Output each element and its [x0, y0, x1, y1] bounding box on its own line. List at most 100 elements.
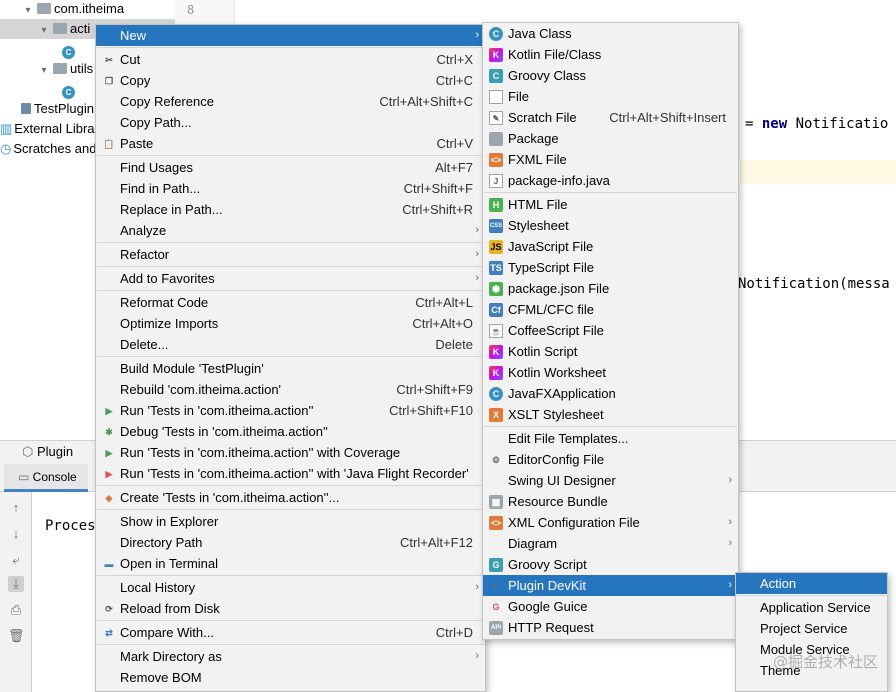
- new-item-edit-file-templates[interactable]: Edit File Templates...: [483, 428, 738, 449]
- menu-item-cut[interactable]: ✂ Cut Ctrl+X: [96, 49, 485, 70]
- cfml-file-icon: Cf: [489, 303, 503, 317]
- menu-item-shortcut: Ctrl+Alt+Shift+C: [379, 94, 473, 109]
- menu-item-replace-in-path[interactable]: Replace in Path... Ctrl+Shift+R: [96, 199, 485, 220]
- menu-item-label: Directory Path: [120, 535, 203, 550]
- new-item-xslt-stylesheet[interactable]: X XSLT Stylesheet: [483, 404, 738, 425]
- module-file-icon: [21, 103, 31, 114]
- copy-icon: ❐: [104, 76, 114, 86]
- new-item-package[interactable]: Package: [483, 128, 738, 149]
- new-item-editorconfig-file[interactable]: ⚙ EditorConfig File: [483, 449, 738, 470]
- new-item-cfml-cfc-file[interactable]: Cf CFML/CFC file: [483, 299, 738, 320]
- new-item-stylesheet[interactable]: CSS Stylesheet: [483, 215, 738, 236]
- new-item-fxml-file[interactable]: <> FXML File: [483, 149, 738, 170]
- menu-item-shortcut: Ctrl+V: [436, 136, 473, 151]
- tab-plugin[interactable]: ⬡ Plugin: [22, 444, 73, 460]
- menu-item-remove-bom[interactable]: Remove BOM: [96, 667, 485, 688]
- menu-item-delete[interactable]: Delete... Delete: [96, 334, 485, 355]
- menu-item-paste[interactable]: 📋 Paste Ctrl+V: [96, 133, 485, 154]
- menu-item-copy[interactable]: ❐ Copy Ctrl+C: [96, 70, 485, 91]
- new-item-javascript-file[interactable]: JS JavaScript File: [483, 236, 738, 257]
- menu-item-local-history[interactable]: Local History ›: [96, 577, 485, 598]
- menu-item-add-to-favorites[interactable]: Add to Favorites ›: [96, 268, 485, 289]
- new-item-http-request[interactable]: API HTTP Request: [483, 617, 738, 638]
- new-item-swing-ui-designer[interactable]: Swing UI Designer ›: [483, 470, 738, 491]
- menu-item-create-tests-in-com-itheima-action[interactable]: ◆ Create 'Tests in 'com.itheima.action''.…: [96, 487, 485, 508]
- soft-wrap-icon[interactable]: ⤶: [8, 552, 24, 568]
- menu-item-label: CFML/CFC file: [508, 302, 594, 317]
- new-item-typescript-file[interactable]: TS TypeScript File: [483, 257, 738, 278]
- new-item-coffeescript-file[interactable]: ☕ CoffeeScript File: [483, 320, 738, 341]
- new-item-resource-bundle[interactable]: ▦ Resource Bundle: [483, 491, 738, 512]
- new-item-diagram[interactable]: Diagram ›: [483, 533, 738, 554]
- menu-item-mark-directory-as[interactable]: Mark Directory as ›: [96, 646, 485, 667]
- menu-item-rebuild-com-itheima-action[interactable]: Rebuild 'com.itheima.action' Ctrl+Shift+F…: [96, 379, 485, 400]
- new-item-package-json-file[interactable]: ⬢ package.json File: [483, 278, 738, 299]
- chevron-down-icon[interactable]: ▾: [38, 21, 50, 41]
- new-item-google-guice[interactable]: G Google Guice: [483, 596, 738, 617]
- menu-item-copy-path[interactable]: Copy Path...: [96, 112, 485, 133]
- up-arrow-icon[interactable]: ↑: [8, 500, 24, 516]
- new-item-file[interactable]: File: [483, 86, 738, 107]
- new-item-groovy-script[interactable]: G Groovy Script: [483, 554, 738, 575]
- tab-console[interactable]: ▭ Console: [4, 464, 88, 492]
- devkit-item-project-service[interactable]: Project Service: [736, 618, 887, 639]
- menu-item-compare-with[interactable]: ⇄ Compare With... Ctrl+D: [96, 622, 485, 643]
- debug-icon: ✱: [105, 427, 113, 437]
- menu-item-find-in-path[interactable]: Find in Path... Ctrl+Shift+F: [96, 178, 485, 199]
- menu-item-debug-tests-in-com-itheima-action[interactable]: ✱ Debug 'Tests in 'com.itheima.action'': [96, 421, 485, 442]
- new-item-javafxapplication[interactable]: C JavaFXApplication: [483, 383, 738, 404]
- new-item-package-info-java[interactable]: Jpackage-info.java: [483, 170, 738, 191]
- chevron-right-icon: ›: [475, 29, 479, 41]
- menu-item-reformat-code[interactable]: Reformat Code Ctrl+Alt+L: [96, 292, 485, 313]
- menu-item-label: Create 'Tests in 'com.itheima.action''..…: [120, 490, 340, 505]
- package-info-icon: J: [489, 174, 503, 188]
- devkit-item-application-service[interactable]: Application Service: [736, 597, 887, 618]
- flight-recorder-icon: ▶: [105, 469, 113, 479]
- trash-icon[interactable]: 🗑: [8, 628, 25, 644]
- plugin-devkit-submenu: Action Application Service Project Service…: [735, 572, 888, 692]
- devkit-item-action[interactable]: Action: [736, 573, 887, 594]
- new-item-kotlin-file-class[interactable]: K Kotlin File/Class: [483, 44, 738, 65]
- menu-item-open-in-terminal[interactable]: ▬ Open in Terminal: [96, 553, 485, 574]
- menu-item-show-in-explorer[interactable]: Show in Explorer: [96, 511, 485, 532]
- menu-item-analyze[interactable]: Analyze ›: [96, 220, 485, 241]
- console-icon: ▭: [18, 470, 33, 484]
- new-item-xml-configuration-file[interactable]: <> XML Configuration File ›: [483, 512, 738, 533]
- menu-item-build-module-testplugin[interactable]: Build Module 'TestPlugin': [96, 358, 485, 379]
- menu-item-label: Action: [760, 576, 797, 591]
- menu-item-label: Copy Path...: [120, 115, 192, 130]
- menu-item-find-usages[interactable]: Find Usages Alt+F7: [96, 157, 485, 178]
- new-item-kotlin-worksheet[interactable]: K Kotlin Worksheet: [483, 362, 738, 383]
- menu-item-copy-reference[interactable]: Copy Reference Ctrl+Alt+Shift+C: [96, 91, 485, 112]
- menu-item-label: Analyze: [120, 223, 167, 238]
- new-item-html-file[interactable]: H HTML File: [483, 194, 738, 215]
- project-context-menu: New › ✂ Cut Ctrl+X ❐ Copy Ctrl+C Copy Reference C…: [95, 24, 486, 692]
- chevron-right-icon: ›: [728, 516, 732, 528]
- menu-item-run-tests-in-com-itheima-action[interactable]: ▶ Run 'Tests in 'com.itheima.action'' Ctrl…: [96, 400, 485, 421]
- new-item-groovy-class[interactable]: C Groovy Class: [483, 65, 738, 86]
- new-item-scratch-file[interactable]: ✎ Scratch File Ctrl+Alt+Shift+Insert: [483, 107, 738, 128]
- new-item-kotlin-script[interactable]: K Kotlin Script: [483, 341, 738, 362]
- new-item-java-class[interactable]: C Java Class: [483, 23, 738, 44]
- menu-item-run-tests-in-com-itheima-action-with-coverage[interactable]: ▶ Run 'Tests in 'com.itheima.action'' wit…: [96, 442, 485, 463]
- down-arrow-icon[interactable]: ↓: [8, 526, 24, 542]
- new-item-plugin-devkit[interactable]: ◐ Plugin DevKit ›: [483, 575, 738, 596]
- menu-item-shortcut: Ctrl+Shift+R: [402, 202, 473, 217]
- scroll-to-end-icon[interactable]: ⤓: [8, 576, 24, 592]
- menu-item-run-tests-in-com-itheima-action-with-java-flight-recorder[interactable]: ▶ Run 'Tests in 'com.itheima.action'' wit…: [96, 463, 485, 484]
- menu-item-new[interactable]: New ›: [96, 25, 485, 46]
- menu-item-shortcut: Ctrl+Shift+F: [403, 181, 473, 196]
- menu-item-label: Resource Bundle: [508, 494, 608, 509]
- menu-item-label: Kotlin Worksheet: [508, 365, 607, 380]
- menu-item-optimize-imports[interactable]: Optimize Imports Ctrl+Alt+O: [96, 313, 485, 334]
- menu-item-reload-from-disk[interactable]: ⟳ Reload from Disk: [96, 598, 485, 619]
- print-icon[interactable]: ⎙: [8, 602, 24, 618]
- chevron-down-icon[interactable]: ▾: [22, 1, 34, 21]
- menu-item-refactor[interactable]: Refactor ›: [96, 244, 485, 265]
- tree-row[interactable]: ▾ com.itheima: [0, 0, 175, 19]
- menu-item-label: Scratch File: [508, 110, 577, 125]
- menu-item-directory-path[interactable]: Directory Path Ctrl+Alt+F12: [96, 532, 485, 553]
- chevron-down-icon[interactable]: ▾: [38, 61, 50, 81]
- coffeescript-file-icon: ☕: [489, 324, 503, 338]
- chevron-right-icon: ›: [475, 224, 479, 236]
